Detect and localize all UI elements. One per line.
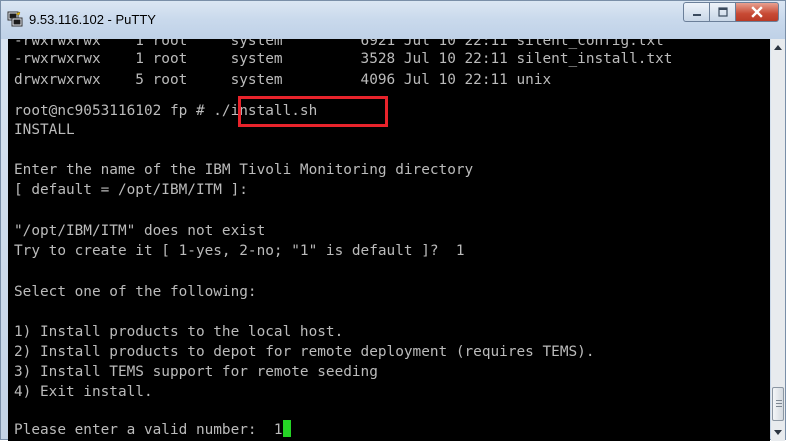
close-icon xyxy=(751,6,763,18)
command-highlight-box xyxy=(238,96,388,127)
window-controls xyxy=(683,2,779,22)
grip-line xyxy=(776,403,782,404)
close-button[interactable] xyxy=(735,2,779,22)
putty-icon xyxy=(7,11,23,27)
terminal-line: Select one of the following: xyxy=(14,284,257,300)
minimize-button[interactable] xyxy=(683,2,709,22)
terminal-line: Try to create it [ 1-yes, 2-no; "1" is d… xyxy=(14,243,465,259)
window-title: 9.53.116.102 - PuTTY xyxy=(29,12,156,27)
terminal-line: 1) Install products to the local host. xyxy=(14,324,344,340)
scrollbar-thumb[interactable] xyxy=(772,387,784,421)
terminal-prompt: Please enter a valid number: 1 xyxy=(14,422,283,438)
minimize-icon xyxy=(692,14,701,16)
maximize-icon xyxy=(717,7,728,17)
terminal-line: drwxrwxrwx 5 root system 4096 Jul 10 22:… xyxy=(14,72,552,88)
terminal-cursor xyxy=(282,420,291,437)
putty-window: 9.53.116.102 - PuTTY -rwxrwxrwx 1 root s… xyxy=(0,0,786,441)
terminal-screen[interactable]: -rwxrwxrwx 1 root system 6921 Jul 10 22:… xyxy=(8,39,770,441)
chevron-up-icon xyxy=(774,45,782,50)
terminal-line: 4) Exit install. xyxy=(14,384,153,400)
terminal-line: 3) Install TEMS support for remote seedi… xyxy=(14,364,378,380)
scroll-down-button[interactable] xyxy=(771,425,785,441)
chevron-down-icon xyxy=(774,430,782,435)
grip-line xyxy=(776,406,782,407)
terminal-line: "/opt/IBM/ITM" does not exist xyxy=(14,223,266,239)
terminal-line: 2) Install products to depot for remote … xyxy=(14,344,595,360)
terminal-line: -rwxrwxrwx 1 root system 3528 Jul 10 22:… xyxy=(14,51,673,67)
vertical-scrollbar[interactable] xyxy=(771,39,785,441)
terminal-input-line[interactable]: Please enter a valid number: 1 xyxy=(14,420,291,440)
scroll-up-button[interactable] xyxy=(771,39,785,55)
terminal-line: [ default = /opt/IBM/ITM ]: xyxy=(14,182,248,198)
maximize-button[interactable] xyxy=(709,2,735,22)
title-bar[interactable]: 9.53.116.102 - PuTTY xyxy=(1,1,785,39)
grip-line xyxy=(776,400,782,401)
terminal-line: INSTALL xyxy=(14,122,75,138)
terminal-line: Enter the name of the IBM Tivoli Monitor… xyxy=(14,162,474,178)
